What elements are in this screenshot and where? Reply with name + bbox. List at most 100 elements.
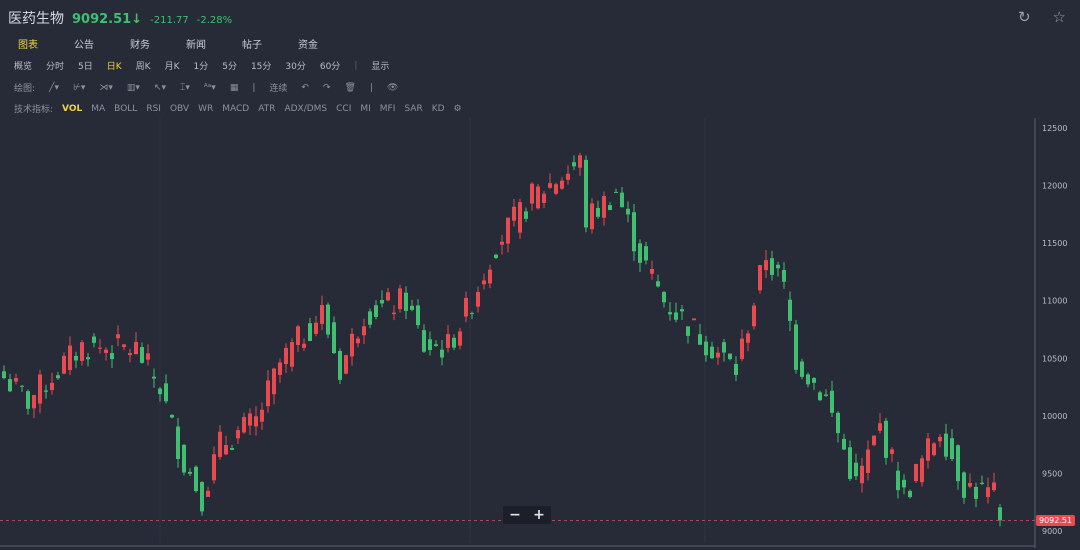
tab-0[interactable]: 图表	[18, 36, 74, 51]
candle	[134, 332, 138, 355]
candle-body	[236, 430, 240, 439]
display-menu[interactable]: 显示	[371, 59, 389, 72]
candle	[998, 503, 1002, 527]
candle-body	[536, 186, 540, 209]
candle	[914, 463, 918, 484]
period-bar: 概览 分时 5日 日K 周K 月K 1分 5分 15分 30分 60分 | 显示	[14, 59, 389, 73]
drawing-tool-3[interactable]: ▥▾	[127, 83, 140, 93]
drawing-tool-6[interactable]: ᴬᵃ▾	[204, 83, 216, 93]
drawing-tool-10[interactable]: ↶	[301, 83, 309, 93]
candle-body	[368, 311, 372, 325]
candle	[152, 368, 156, 388]
candle-body	[548, 183, 552, 188]
drawing-tool-12[interactable]: 🗑	[344, 83, 355, 93]
indicator-cci[interactable]: CCI	[336, 104, 351, 114]
candle	[860, 458, 864, 493]
candle-body	[440, 349, 444, 358]
indicator-kd[interactable]: KD	[432, 104, 445, 114]
y-tick-label: 12000	[1042, 182, 1067, 191]
candle	[80, 339, 84, 366]
indicator-wr[interactable]: WR	[198, 104, 213, 114]
tab-1[interactable]: 公告	[74, 36, 130, 51]
period-7[interactable]: 5分	[222, 59, 237, 72]
candle-body	[434, 344, 438, 346]
candle-body	[614, 191, 618, 193]
candle-body	[20, 385, 24, 387]
candle	[614, 188, 618, 194]
drawing-tool-5[interactable]: ⌶▾	[180, 83, 190, 93]
candle	[230, 444, 234, 451]
period-6[interactable]: 1分	[193, 59, 208, 72]
candle	[206, 486, 210, 498]
candle	[284, 343, 288, 374]
tab-5[interactable]: 资金	[298, 36, 354, 51]
period-0[interactable]: 概览	[14, 59, 32, 72]
drawing-tool-11[interactable]: ↷	[323, 83, 331, 93]
tab-3[interactable]: 新闻	[186, 36, 242, 51]
indicator-sar[interactable]: SAR	[404, 104, 422, 114]
candle-body	[986, 487, 990, 498]
zoom-out-button[interactable]: −	[509, 507, 521, 523]
drawing-tool-14[interactable]: 👁	[387, 83, 398, 93]
star-icon[interactable]: ☆	[1053, 8, 1066, 26]
candle-body	[938, 436, 942, 442]
candle	[242, 412, 246, 434]
candle	[836, 411, 840, 443]
indicator-mfi[interactable]: MFI	[380, 104, 396, 114]
candle-body	[596, 207, 600, 217]
period-2[interactable]: 5日	[78, 59, 93, 72]
period-4[interactable]: 周K	[136, 59, 151, 72]
drawing-tool-4[interactable]: ↖▾	[154, 83, 166, 93]
indicator-adx-dms[interactable]: ADX/DMS	[284, 104, 327, 114]
candle	[584, 155, 588, 233]
indicator-vol[interactable]: VOL	[62, 104, 82, 114]
candlestick-chart[interactable]: 12500 12000 11500 11000 10500 10000 9500 9000	[0, 118, 1080, 550]
candle	[920, 455, 924, 487]
period-1[interactable]: 分时	[46, 59, 64, 72]
indicator-ma[interactable]: MA	[91, 104, 105, 114]
tab-4[interactable]: 帖子	[242, 36, 298, 51]
y-tick-label: 10000	[1042, 412, 1067, 421]
candle-body	[572, 162, 576, 167]
candle	[494, 253, 498, 259]
candle	[2, 365, 6, 380]
indicator-obv[interactable]: OBV	[170, 104, 189, 114]
drawing-tool-9[interactable]: 连续	[269, 81, 287, 94]
candle-body	[896, 470, 900, 491]
drawing-tool-13[interactable]: |	[370, 83, 373, 93]
candle	[476, 286, 480, 313]
drawing-tool-2[interactable]: ⋊▾	[99, 83, 113, 93]
zoom-in-button[interactable]: +	[533, 507, 545, 523]
candle-body	[770, 258, 774, 275]
candle-body	[998, 507, 1002, 521]
period-9[interactable]: 30分	[285, 59, 305, 72]
refresh-icon[interactable]: ↻	[1018, 8, 1031, 26]
tab-2[interactable]: 财务	[130, 36, 186, 51]
drawing-tool-7[interactable]: ▦	[230, 83, 239, 93]
drawing-tool-1[interactable]: ⊬▾	[73, 83, 85, 93]
drawing-tool-0[interactable]: ╱▾	[49, 83, 59, 93]
period-10[interactable]: 60分	[320, 59, 340, 72]
candle	[890, 447, 894, 463]
candle	[896, 461, 900, 499]
indicator-macd[interactable]: MACD	[222, 104, 249, 114]
candle-body	[632, 212, 636, 252]
candle	[236, 426, 240, 444]
candle	[818, 390, 822, 402]
indicator-mi[interactable]: MI	[360, 104, 370, 114]
period-8[interactable]: 15分	[251, 59, 271, 72]
candle-body	[422, 330, 426, 352]
settings-icon[interactable]: ⚙	[454, 104, 462, 114]
period-3[interactable]: 日K	[107, 59, 122, 72]
candle	[644, 241, 648, 265]
candle	[992, 472, 996, 492]
indicator-rsi[interactable]: RSI	[146, 104, 161, 114]
drawing-tool-8[interactable]: |	[252, 83, 255, 93]
candle-body	[800, 361, 804, 377]
candle	[848, 440, 852, 481]
period-5[interactable]: 月K	[165, 59, 180, 72]
indicator-boll[interactable]: BOLL	[114, 104, 137, 114]
candle	[38, 369, 42, 414]
indicator-atr[interactable]: ATR	[258, 104, 275, 114]
candle	[698, 323, 702, 345]
